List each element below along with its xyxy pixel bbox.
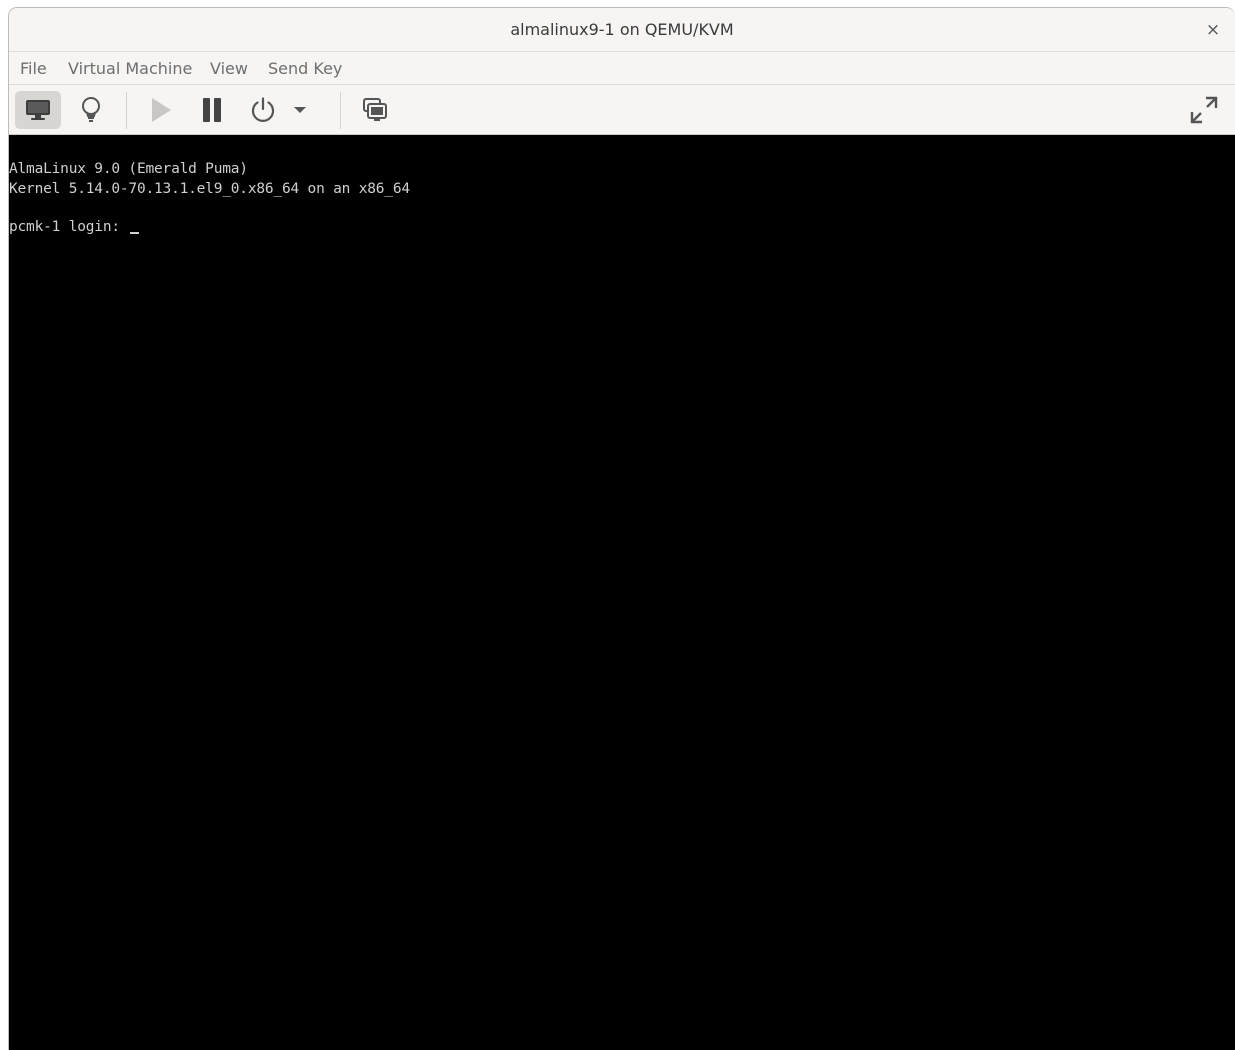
close-icon: ×: [1205, 20, 1221, 40]
details-view-button[interactable]: [68, 91, 114, 129]
pause-icon: [203, 98, 221, 122]
login-prompt: pcmk-1 login:: [9, 219, 129, 235]
play-icon: [152, 98, 171, 122]
menubar: File Virtual Machine View Send Key: [9, 52, 1235, 85]
fullscreen-button[interactable]: [1181, 91, 1227, 129]
console-line-login: pcmk-1 login:: [9, 219, 140, 235]
text-cursor: [130, 232, 140, 234]
monitor-icon: [26, 100, 50, 120]
console-line-kernel: Kernel 5.14.0-70.13.1.el9_0.x86_64 on an…: [9, 181, 410, 197]
menu-file[interactable]: File: [20, 59, 47, 78]
vm-console-display[interactable]: AlmaLinux 9.0 (Emerald Puma) Kernel 5.14…: [9, 135, 1235, 1050]
menu-send-key[interactable]: Send Key: [268, 59, 342, 78]
titlebar[interactable]: almalinux9-1 on QEMU/KVM ×: [9, 8, 1235, 52]
shutdown-button[interactable]: [240, 91, 286, 129]
snapshots-icon: [363, 98, 387, 121]
shutdown-menu-button[interactable]: [287, 91, 313, 129]
close-button[interactable]: ×: [1201, 18, 1225, 42]
menu-view[interactable]: View: [210, 59, 248, 78]
snapshots-button[interactable]: [352, 91, 398, 129]
fullscreen-icon: [1190, 96, 1218, 124]
lightbulb-icon: [82, 97, 100, 122]
toolbar-separator: [126, 92, 127, 129]
toolbar-separator: [340, 92, 341, 129]
menu-virtual-machine[interactable]: Virtual Machine: [68, 59, 192, 78]
console-line-os: AlmaLinux 9.0 (Emerald Puma): [9, 161, 248, 177]
window-title: almalinux9-1 on QEMU/KVM: [510, 20, 734, 39]
vm-viewer-window: almalinux9-1 on QEMU/KVM × File Virtual …: [8, 7, 1235, 1050]
toolbar: [9, 85, 1235, 135]
console-view-button[interactable]: [15, 91, 61, 129]
dropdown-arrow-icon: [294, 107, 306, 113]
pause-button[interactable]: [189, 91, 235, 129]
power-icon: [251, 97, 275, 122]
run-button[interactable]: [138, 91, 184, 129]
